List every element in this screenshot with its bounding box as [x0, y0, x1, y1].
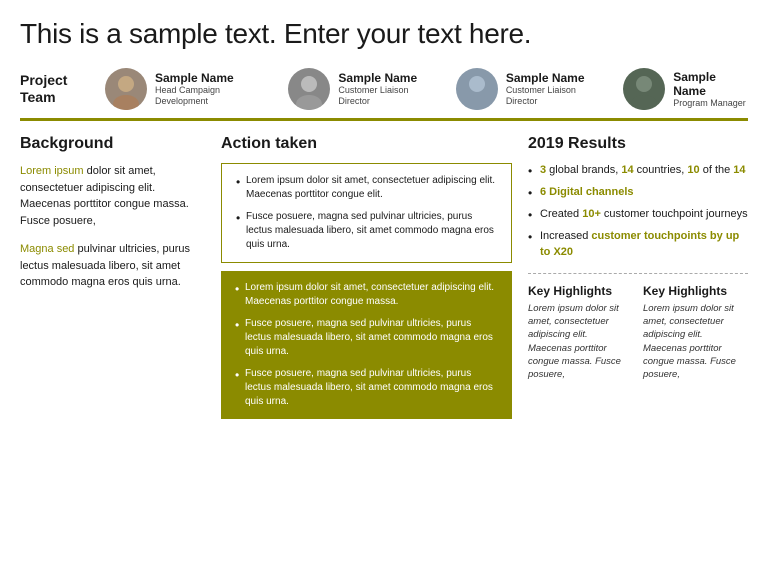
- avatar-1: [105, 68, 147, 110]
- avatar-4: [623, 68, 665, 110]
- member-name-1: Sample Name: [155, 71, 270, 85]
- member-info-3: Sample Name Customer Liaison Director: [506, 71, 605, 107]
- highlight-block-1: Key Highlights Lorem ipsum dolor sit ame…: [528, 284, 633, 382]
- member-name-3: Sample Name: [506, 71, 605, 85]
- col-background: Background Lorem ipsum dolor sit amet, c…: [20, 135, 205, 419]
- background-heading: Background: [20, 135, 205, 153]
- action-box-white: Lorem ipsum dolor sit amet, consectetuer…: [221, 163, 512, 263]
- background-para2: Magna sed pulvinar ultricies, purus lect…: [20, 241, 205, 291]
- results-divider: [528, 273, 748, 274]
- member-info-1: Sample Name Head Campaign Development: [155, 71, 270, 107]
- highlight-body-2: Lorem ipsum dolor sit amet, consectetuer…: [643, 302, 748, 382]
- highlight-title-2: Key Highlights: [643, 284, 748, 298]
- team-member-4: Sample Name Program Manager: [623, 68, 748, 110]
- main-title: This is a sample text. Enter your text h…: [20, 18, 748, 50]
- team-member-3: Sample Name Customer Liaison Director: [456, 68, 605, 110]
- action-white-bullet-2: Fusce posuere, magna sed pulvinar ultric…: [234, 210, 499, 252]
- col-results: 2019 Results 3 global brands, 14 countri…: [528, 135, 748, 419]
- action-white-bullet-1: Lorem ipsum dolor sit amet, consectetuer…: [234, 174, 499, 202]
- section-divider: [20, 118, 748, 121]
- action-heading: Action taken: [221, 135, 512, 153]
- avatar-2: [288, 68, 330, 110]
- highlight-body-1: Lorem ipsum dolor sit amet, consectetuer…: [528, 302, 633, 382]
- page-wrapper: This is a sample text. Enter your text h…: [0, 0, 768, 429]
- member-info-2: Sample Name Customer Liaison Director: [338, 71, 437, 107]
- member-info-4: Sample Name Program Manager: [673, 70, 748, 109]
- result-item-2: 6 Digital channels: [528, 185, 748, 201]
- action-yellow-bullet-2: Fusce posuere, magna sed pulvinar ultric…: [233, 317, 500, 359]
- result-item-3: Created 10+ customer touchpoint journeys: [528, 207, 748, 223]
- action-yellow-bullet-3: Fusce posuere, magna sed pulvinar ultric…: [233, 367, 500, 409]
- content-grid: Background Lorem ipsum dolor sit amet, c…: [20, 135, 748, 419]
- result-item-1: 3 global brands, 14 countries, 10 of the…: [528, 163, 748, 179]
- team-label: ProjectTeam: [20, 72, 95, 106]
- member-role-1: Head Campaign Development: [155, 85, 270, 107]
- result-item-4: Increased customer touchpoints by up to …: [528, 229, 748, 261]
- team-member-1: Sample Name Head Campaign Development: [105, 68, 270, 110]
- member-role-4: Program Manager: [673, 98, 748, 109]
- action-box-yellow: Lorem ipsum dolor sit amet, consectetuer…: [221, 271, 512, 419]
- member-role-2: Customer Liaison Director: [338, 85, 437, 107]
- results-heading: 2019 Results: [528, 135, 748, 153]
- highlight-title-1: Key Highlights: [528, 284, 633, 298]
- bg-yellow-1: Lorem ipsum: [20, 165, 84, 177]
- member-role-3: Customer Liaison Director: [506, 85, 605, 107]
- bg-yellow-2: Magna sed: [20, 243, 74, 255]
- highlights-grid: Key Highlights Lorem ipsum dolor sit ame…: [528, 284, 748, 382]
- team-section: ProjectTeam Sample Name Head Campaign De…: [20, 68, 748, 110]
- member-name-2: Sample Name: [338, 71, 437, 85]
- action-yellow-bullet-1: Lorem ipsum dolor sit amet, consectetuer…: [233, 281, 500, 309]
- member-name-4: Sample Name: [673, 70, 748, 98]
- team-members: Sample Name Head Campaign Development Sa…: [105, 68, 748, 110]
- highlight-block-2: Key Highlights Lorem ipsum dolor sit ame…: [643, 284, 748, 382]
- background-para1: Lorem ipsum dolor sit amet, consectetuer…: [20, 163, 205, 229]
- results-list: 3 global brands, 14 countries, 10 of the…: [528, 163, 748, 261]
- avatar-3: [456, 68, 498, 110]
- team-member-2: Sample Name Customer Liaison Director: [288, 68, 437, 110]
- col-action: Action taken Lorem ipsum dolor sit amet,…: [221, 135, 512, 419]
